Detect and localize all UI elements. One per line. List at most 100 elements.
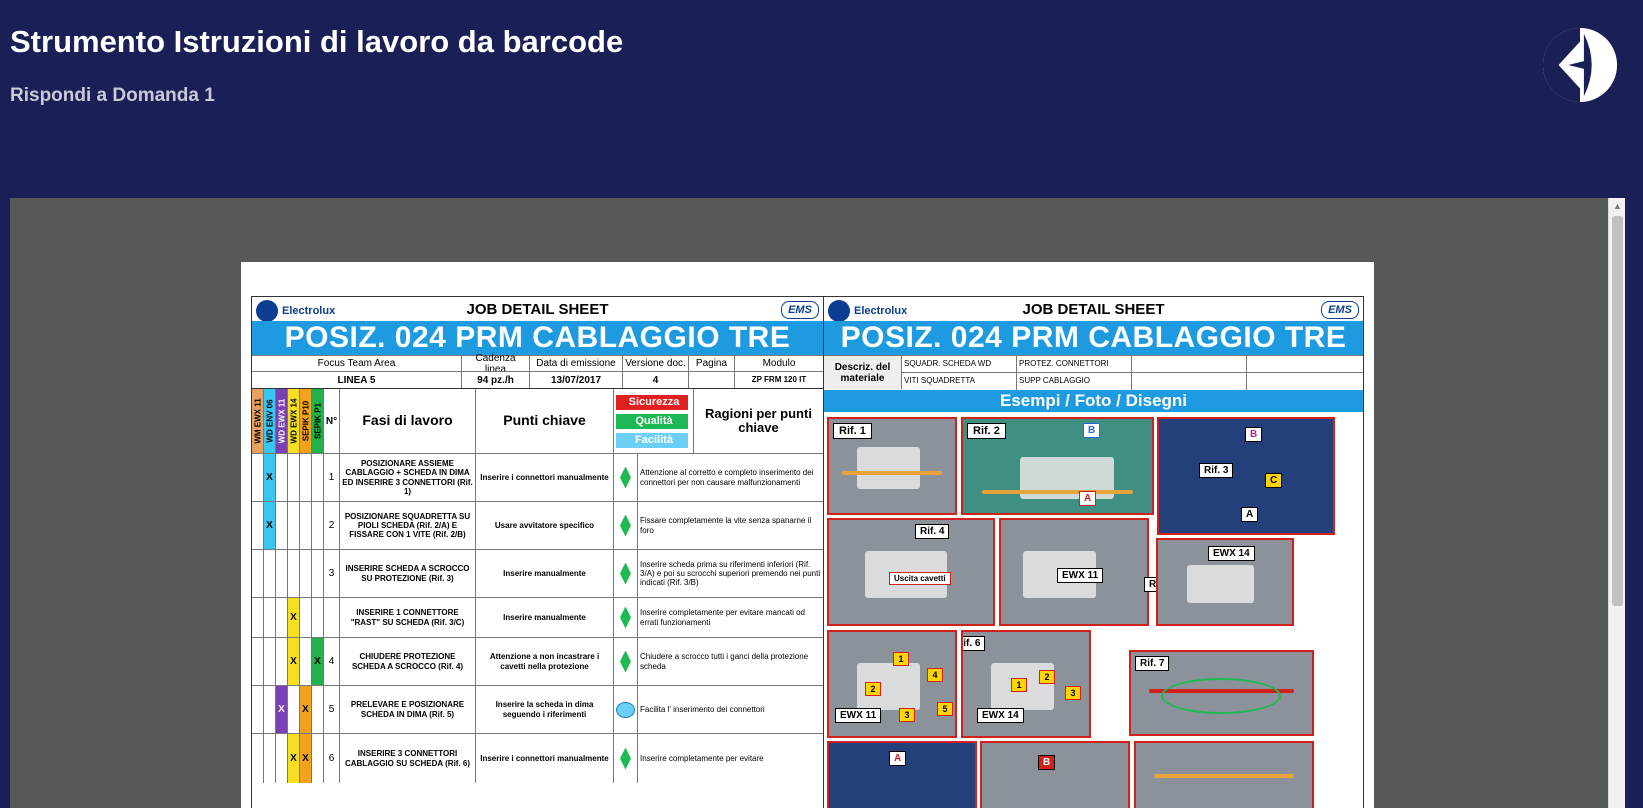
variant-mark	[288, 550, 300, 597]
variant-strip: WD ENV 06	[264, 389, 276, 453]
meta-value: 4	[623, 372, 689, 388]
row-symbol	[614, 454, 638, 501]
photo-label: Rif. 1	[833, 423, 872, 439]
photo-rif2: Rif. 2 B A	[961, 417, 1154, 515]
ewx11-label: EWX 11	[1057, 568, 1104, 583]
highlight-ellipse	[1161, 678, 1281, 714]
variant-mark	[252, 734, 264, 783]
meta-value: 94 pz./h	[462, 372, 530, 388]
materials-grid: SQUADR. SCHEDA WD PROTEZ. CONNETTORI VIT…	[902, 356, 1363, 390]
photo-label: Rif. 3	[1199, 463, 1234, 478]
photo-part	[1187, 565, 1255, 603]
variant-mark: X	[288, 598, 300, 637]
variant-mark	[300, 638, 312, 685]
row-phase: INSERIRE SCHEDA A SCROCCO SU PROTEZIONE …	[340, 550, 476, 597]
photo-rif6-b: Rif. 6 1 2 3 EWX 14	[961, 630, 1091, 738]
legend-ease: Facilità	[616, 432, 688, 448]
callout-c: C	[1265, 473, 1283, 488]
step-marker: 1	[1011, 678, 1027, 692]
variant-mark	[312, 502, 324, 549]
photo-rif7: Rif. 7	[1129, 650, 1314, 736]
row-keypoint: Attenzione a non incastrare i cavetti ne…	[476, 638, 614, 685]
row-number: 1	[324, 454, 340, 501]
variant-mark	[276, 454, 288, 501]
col-keypoints-header: Punti chiave	[476, 389, 614, 453]
ewx14-label: EWX 14	[1208, 546, 1255, 561]
material-empty	[1247, 373, 1363, 390]
position-banner: POSIZ. 024 PRM CABLAGGIO TRE	[252, 321, 823, 355]
variant-mark	[264, 598, 276, 637]
photo-rif6-a: 1 2 4 3 5 EWX 11	[827, 630, 957, 738]
material-item: SUPP CABLAGGIO	[1017, 373, 1132, 390]
variant-mark	[252, 638, 264, 685]
table-row: X X 4 CHIUDERE PROTEZIONE SCHEDA A SCROCCO …	[252, 637, 823, 685]
photo-rif10	[1134, 741, 1314, 808]
electrolux-logo-icon	[1542, 27, 1618, 103]
row-reason: Inserire completamente per evitare manca…	[640, 608, 805, 627]
material-label: Descriz. del materiale	[824, 356, 902, 389]
meta-label: Versione doc.	[623, 356, 689, 371]
photo-wire	[1153, 774, 1295, 779]
row-symbol	[614, 638, 638, 685]
row-reason: Facilita l' inserimento dei connettori	[640, 704, 765, 714]
scroll-up-icon[interactable]: ▲	[1609, 198, 1626, 215]
meta-labels-row: Focus Team Area Cadenza linea Data di em…	[252, 353, 823, 375]
col-number-header: N°	[324, 389, 340, 453]
photo-rif3: Rif. 3 B C A	[1157, 417, 1335, 535]
step-marker: 5	[937, 702, 953, 716]
callout-b: B	[1245, 427, 1263, 442]
legend-quality: Qualità	[616, 413, 688, 429]
row-phase: CHIUDERE PROTEZIONE SCHEDA A SCROCCO (Ri…	[340, 638, 476, 685]
variant-mark	[276, 598, 288, 637]
ewx14-label: EWX 14	[977, 708, 1024, 723]
variant-strip: SEPIK P10	[300, 389, 312, 453]
variant-mark	[276, 638, 288, 685]
meta-values-row: LINEA 5 94 pz./h 13/07/2017 4 ZP FRM 120…	[252, 371, 823, 388]
row-phase: POSIZIONARE SQUADRETTA SU PIOLI SCHEDA (…	[340, 502, 476, 549]
job-sheet-right: Electrolux JOB DETAIL SHEET EMS POSIZ. 0…	[824, 296, 1364, 808]
app-title: Strumento Istruzioni di lavoro da barcod…	[10, 24, 624, 59]
variant-label: WD ENV 06	[265, 399, 274, 443]
photo-ewx11: EWX 11	[999, 518, 1149, 626]
callout-a: A	[1241, 507, 1259, 522]
position-banner: POSIZ. 024 PRM CABLAGGIO TRE	[824, 321, 1363, 355]
variant-mark	[252, 598, 264, 637]
meta-value: 13/07/2017	[530, 372, 623, 388]
row-number: 5	[324, 686, 340, 733]
table-row: X INSERIRE 1 CONNETTORE "RAST" SU SCHEDA …	[252, 597, 823, 637]
scrollbar-thumb[interactable]	[1612, 216, 1623, 606]
photo-rif9: B	[980, 741, 1130, 808]
row-symbol	[614, 686, 638, 733]
row-keypoint: Inserire i connettori manualmente	[476, 734, 614, 783]
meta-label: Cadenza linea	[462, 353, 530, 375]
step-marker: 1	[893, 652, 909, 666]
vertical-scrollbar[interactable]: ▲	[1608, 198, 1625, 808]
photo-rif8: A	[827, 741, 977, 808]
row-phase: INSERIRE 1 CONNETTORE "RAST" SU SCHEDA (…	[340, 598, 476, 637]
variant-mark	[276, 550, 288, 597]
variant-mark	[288, 454, 300, 501]
materials-row: Descriz. del materiale SQUADR. SCHEDA WD…	[824, 355, 1363, 390]
variant-mark	[288, 502, 300, 549]
material-item: VITI SQUADRETTA	[902, 373, 1017, 390]
document-viewer[interactable]: Electrolux JOB DETAIL SHEET EMS POSIZ. 0…	[10, 198, 1608, 808]
row-keypoint: Inserire manualmente	[476, 598, 614, 637]
material-item: PROTEZ. CONNETTORI	[1017, 356, 1132, 373]
variant-mark: X	[264, 502, 276, 549]
variant-mark	[264, 734, 276, 783]
variant-mark	[276, 734, 288, 783]
variant-mark	[252, 686, 264, 733]
row-symbol	[614, 734, 638, 783]
col-phases-header: Fasi di lavoro	[340, 389, 476, 453]
row-reason: Fissare completamente la vite senza span…	[640, 516, 812, 535]
examples-banner: Esempi / Foto / Disegni	[824, 390, 1363, 412]
meta-label: Pagina	[689, 356, 735, 371]
row-phase: POSIZIONARE ASSIEME CABLAGGIO + SCHEDA I…	[340, 454, 476, 501]
quality-diamond-icon	[620, 606, 631, 629]
variant-strip: SEPIK P1	[312, 389, 324, 453]
row-phase: PRELEVARE E POSIZIONARE SCHEDA IN DIMA (…	[340, 686, 476, 733]
row-symbol	[614, 598, 638, 637]
legend: Sicurezza Qualità Facilità	[614, 389, 694, 453]
row-reason: Inserire scheda prima su riferimenti inf…	[640, 559, 821, 588]
material-item: SQUADR. SCHEDA WD	[902, 356, 1017, 373]
